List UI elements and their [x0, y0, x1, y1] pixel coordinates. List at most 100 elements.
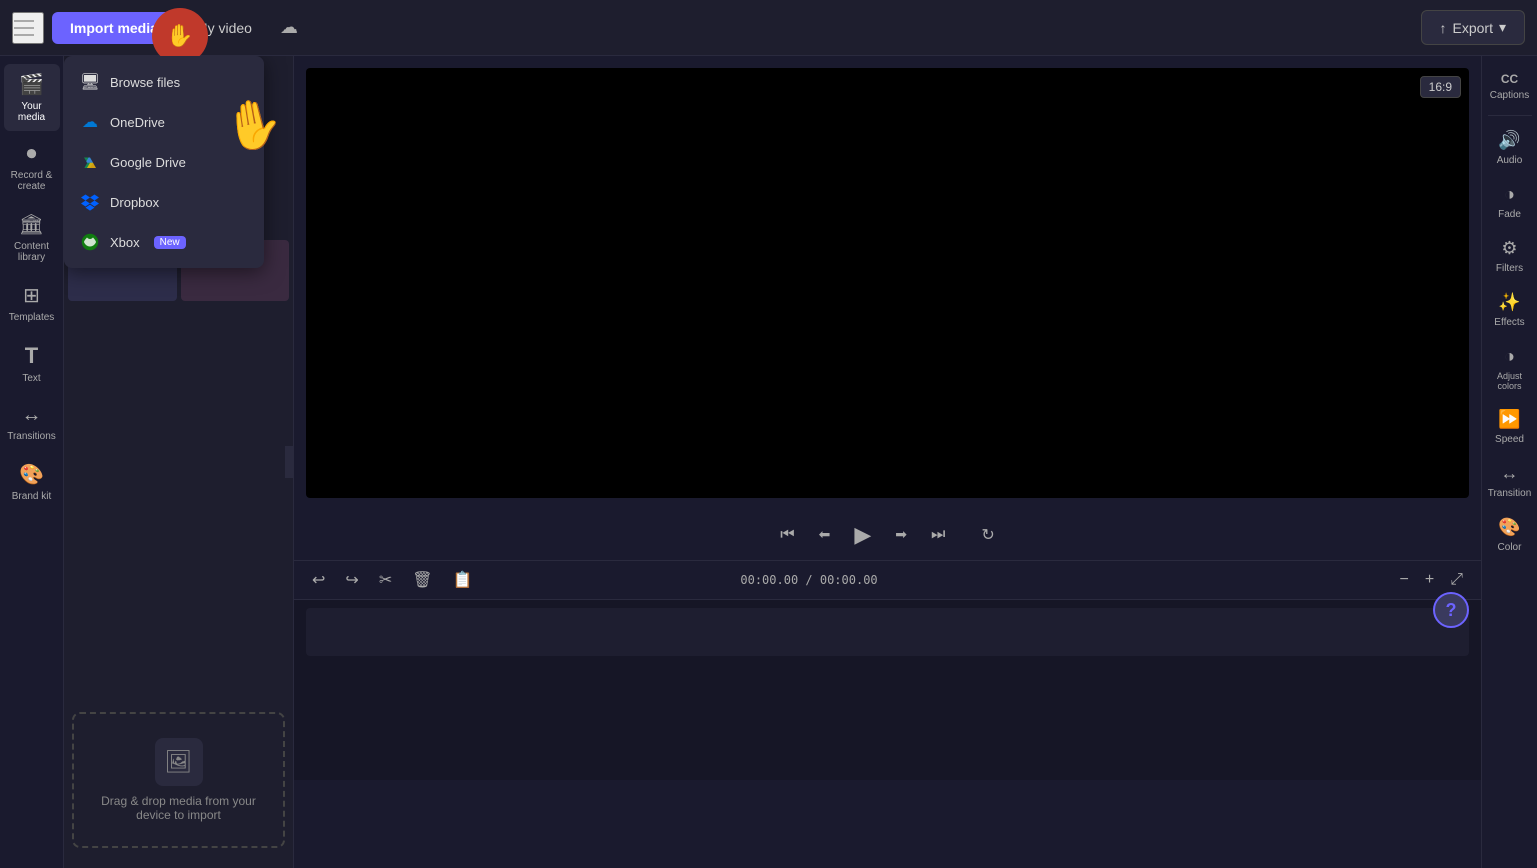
- dropdown-item-googledrive[interactable]: Google Drive: [64, 142, 264, 182]
- adjust-colors-icon: ◑: [1504, 346, 1515, 367]
- export-chevron-icon: ▾: [1499, 19, 1506, 36]
- sidebar-label-content-library: Content library: [8, 241, 56, 263]
- your-media-icon: 🎬: [19, 72, 44, 97]
- frame-back-button[interactable]: ⬅: [815, 522, 835, 548]
- hamburger-button[interactable]: [12, 12, 44, 44]
- help-icon: ?: [1446, 600, 1457, 621]
- sidebar-item-record[interactable]: ⏺ Record & create: [4, 135, 60, 200]
- right-item-fade[interactable]: ◑ Fade: [1484, 176, 1536, 228]
- delete-icon: 🗑: [412, 572, 432, 589]
- aspect-ratio-badge: 16:9: [1420, 76, 1461, 98]
- timeline-section: ↩ ↪ ✂ 🗑 📋 00:00.00 / 00:00.00: [294, 560, 1481, 780]
- monitor-icon: 🖥: [80, 72, 100, 92]
- dropdown-label-onedrive: OneDrive: [110, 115, 165, 130]
- skip-forward-icon: ⏭: [931, 526, 945, 543]
- skip-back-icon: ⏮: [780, 526, 794, 543]
- drop-text: Drag & drop media from your device to im…: [86, 794, 271, 822]
- right-item-effects[interactable]: ✨ Effects: [1484, 284, 1536, 336]
- loop-button[interactable]: ↻: [977, 521, 998, 549]
- timeline-track[interactable]: [306, 608, 1469, 656]
- dropdown-item-dropbox[interactable]: Dropbox: [64, 182, 264, 222]
- record-icon: ⏺: [27, 143, 37, 166]
- play-button[interactable]: ▶: [850, 518, 875, 552]
- right-label-adjust-colors: Adjust colors: [1488, 371, 1532, 391]
- drop-area[interactable]: 🖼 Drag & drop media from your device to …: [72, 712, 285, 848]
- sidebar-label-templates: Templates: [9, 312, 55, 323]
- cloud-button[interactable]: ☁: [272, 13, 306, 42]
- expand-icon: ⤢: [1450, 571, 1463, 588]
- zoom-in-button[interactable]: +: [1419, 568, 1440, 592]
- xbox-icon: [80, 232, 100, 252]
- captions-icon: CC: [1501, 72, 1518, 86]
- right-item-transition[interactable]: ↔ Transition: [1484, 455, 1536, 507]
- right-item-color[interactable]: 🎨 Color: [1484, 509, 1536, 561]
- dropdown-label-xbox: Xbox: [110, 235, 140, 250]
- extra-button[interactable]: 📋: [447, 567, 479, 593]
- undo-button[interactable]: ↩: [306, 567, 331, 593]
- help-button[interactable]: ?: [1433, 592, 1469, 628]
- cut-button[interactable]: ✂: [373, 567, 398, 593]
- drop-icon: 🖼: [155, 738, 203, 786]
- dropdown-item-xbox[interactable]: Xbox New: [64, 222, 264, 262]
- right-label-transition: Transition: [1488, 488, 1532, 499]
- right-item-adjust-colors[interactable]: ◑ Adjust colors: [1484, 338, 1536, 399]
- sidebar-item-content-library[interactable]: 🏛 Content library: [4, 204, 60, 271]
- import-circle-icon: ✋: [166, 23, 193, 49]
- timeline-track-area: [294, 600, 1481, 780]
- time-separator: /: [805, 573, 819, 587]
- content-library-icon: 🏛: [19, 212, 44, 237]
- preview-area: 16:9 ⏮ ⬅ ▶ ➡ ⏭ ↻: [294, 56, 1481, 868]
- right-item-audio[interactable]: 🔊 Audio: [1484, 122, 1536, 174]
- export-label: Export: [1453, 20, 1493, 36]
- main-layout: 🎬 Your media ⏺ Record & create 🏛 Content…: [0, 56, 1537, 868]
- audio-icon: 🔊: [1498, 130, 1520, 151]
- frame-back-icon: ⬅: [819, 526, 831, 542]
- topbar: Import media ✋ My video ☁ ↑ Export ▾: [0, 0, 1537, 56]
- xbox-new-badge: New: [154, 236, 186, 249]
- dropdown-label-dropbox: Dropbox: [110, 195, 159, 210]
- dropdown-item-onedrive[interactable]: ☁ OneDrive: [64, 102, 264, 142]
- color-icon: 🎨: [1498, 517, 1520, 538]
- sidebar-item-transitions[interactable]: ↔ Transitions: [4, 396, 60, 450]
- delete-button[interactable]: 🗑: [406, 567, 438, 593]
- cloud-icon: ☁: [280, 17, 298, 37]
- zoom-in-icon: +: [1425, 571, 1434, 588]
- filters-icon: ⚙: [1501, 238, 1517, 259]
- time-display: 00:00.00 / 00:00.00: [740, 573, 877, 587]
- sidebar-label-your-media: Your media: [8, 101, 56, 123]
- time-total: 00:00.00: [820, 573, 878, 587]
- dropdown-item-browse[interactable]: 🖥 Browse files: [64, 62, 264, 102]
- redo-button[interactable]: ↪: [339, 567, 364, 593]
- sidebar-item-brand-kit[interactable]: 🎨 Brand kit: [4, 454, 60, 510]
- sidebar-label-transitions: Transitions: [7, 431, 56, 442]
- sidebar-label-record: Record & create: [8, 170, 56, 192]
- export-arrow-icon: ↑: [1440, 20, 1447, 36]
- right-sidebar: CC Captions 🔊 Audio ◑ Fade ⚙ Filters ✨ E…: [1481, 56, 1537, 868]
- sidebar-item-templates[interactable]: ⊞ Templates: [4, 275, 60, 331]
- transition-icon: ↔: [1501, 463, 1519, 484]
- text-icon: T: [25, 343, 38, 369]
- export-button[interactable]: ↑ Export ▾: [1421, 10, 1526, 45]
- timeline-toolbar: ↩ ↪ ✂ 🗑 📋 00:00.00 / 00:00.00: [294, 561, 1481, 600]
- sidebar-item-your-media[interactable]: 🎬 Your media: [4, 64, 60, 131]
- right-label-color: Color: [1498, 542, 1522, 553]
- brand-kit-icon: 🎨: [19, 462, 44, 487]
- right-label-effects: Effects: [1494, 317, 1524, 328]
- right-item-speed[interactable]: ⏩ Speed: [1484, 401, 1536, 453]
- dropbox-icon: [80, 192, 100, 212]
- play-icon: ▶: [854, 522, 871, 547]
- cut-icon: ✂: [379, 572, 392, 589]
- media-panel: 🖥 Browse files ☁ OneDrive Google Drive: [64, 56, 294, 868]
- skip-back-button[interactable]: ⏮: [776, 522, 798, 548]
- zoom-out-button[interactable]: −: [1394, 568, 1415, 592]
- transitions-icon: ↔: [22, 404, 42, 427]
- skip-forward-button[interactable]: ⏭: [927, 522, 949, 548]
- right-item-filters[interactable]: ⚙ Filters: [1484, 230, 1536, 282]
- expand-button[interactable]: ⤢: [1444, 568, 1469, 592]
- frame-forward-button[interactable]: ➡: [891, 522, 911, 548]
- collapse-panel-button[interactable]: ‹: [285, 446, 294, 478]
- zoom-controls: − + ⤢: [1394, 568, 1470, 592]
- sidebar-label-brand-kit: Brand kit: [12, 491, 51, 502]
- right-item-captions[interactable]: CC Captions: [1484, 64, 1536, 109]
- sidebar-item-text[interactable]: T Text: [4, 335, 60, 392]
